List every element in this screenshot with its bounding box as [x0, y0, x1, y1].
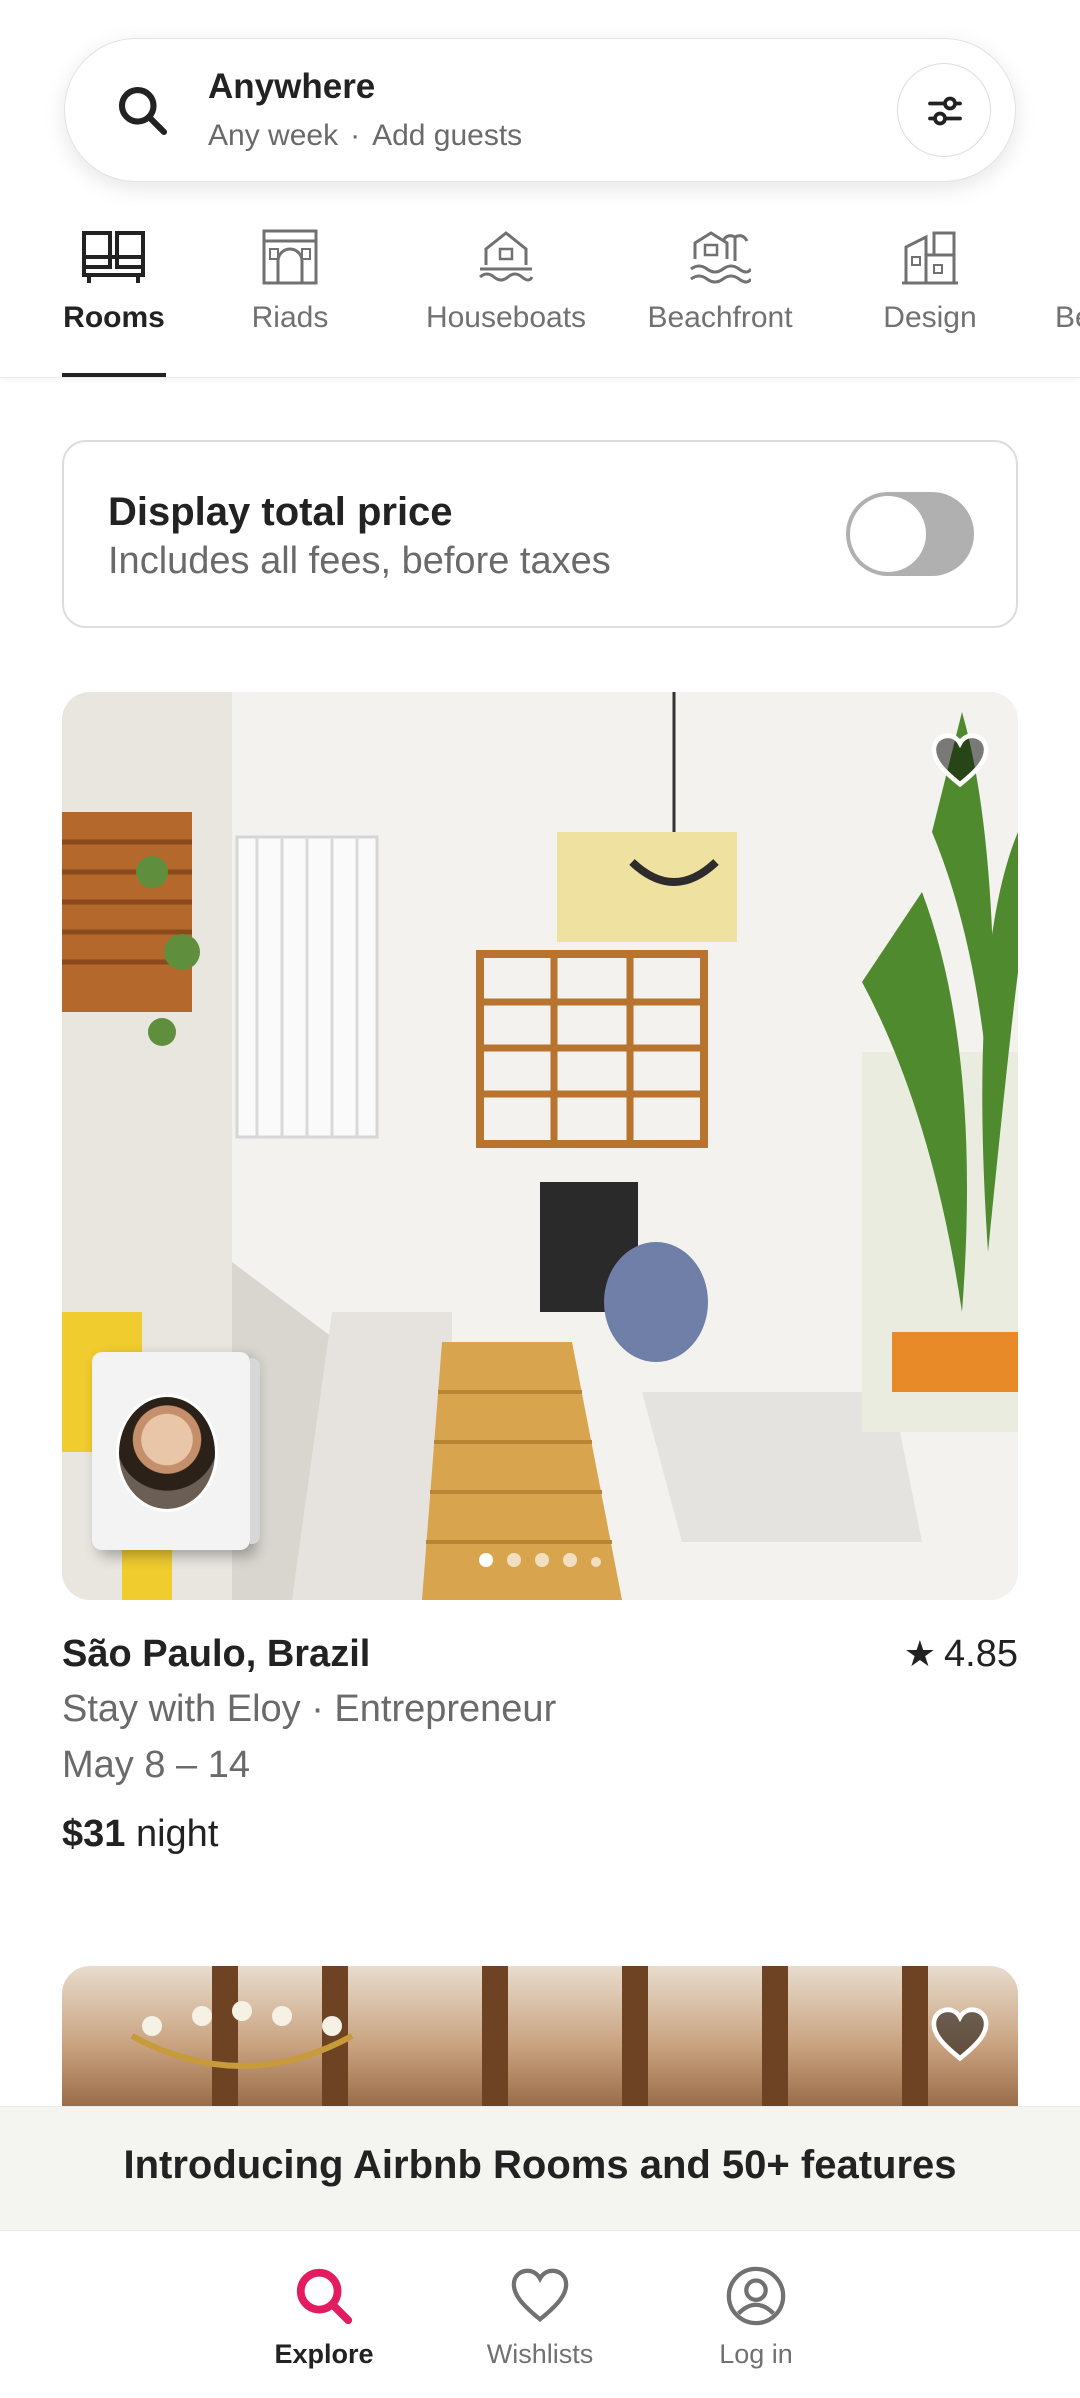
listing-dates: May 8 – 14 — [62, 1744, 250, 1786]
listing-photo[interactable] — [62, 1966, 1018, 2126]
photo-dot — [507, 1553, 521, 1567]
category-riads[interactable]: Riads — [240, 215, 340, 377]
listing-location[interactable]: São Paulo, Brazil — [62, 1633, 370, 1676]
chandelier-graphic — [130, 2001, 354, 2069]
search-separator: · — [350, 119, 361, 152]
listing-photo[interactable] — [62, 692, 1018, 1600]
search-destination: Anywhere — [208, 67, 376, 106]
search-icon — [118, 86, 168, 136]
category-partial[interactable]: Be — [1055, 215, 1080, 377]
filters-button[interactable] — [897, 63, 991, 157]
category-design[interactable]: Design — [876, 215, 984, 377]
bottom-nav: Explore Wishlists Log in — [0, 2230, 1080, 2398]
price-unit: night — [135, 1813, 219, 1855]
star-icon: ★ — [903, 1633, 937, 1674]
save-heart-icon[interactable] — [930, 732, 990, 788]
search-details: Any week · Add guests — [208, 119, 522, 153]
total-price-title: Display total price — [108, 490, 453, 534]
category-label: Rooms — [63, 301, 165, 334]
search-icon — [296, 2268, 353, 2325]
banner-text: Introducing Airbnb Rooms and 50+ feature… — [123, 2143, 957, 2187]
rating-value: 4.85 — [944, 1633, 1018, 1675]
beachfront-icon — [690, 231, 751, 284]
photo-dot — [591, 1557, 601, 1567]
nav-label: Wishlists — [486, 2339, 594, 2369]
rooms-announcement-banner[interactable]: Introducing Airbnb Rooms and 50+ feature… — [0, 2106, 1080, 2230]
category-label: Beachfront — [647, 301, 793, 334]
total-price-subtitle: Includes all fees, before taxes — [108, 540, 611, 582]
listing-price: $31 night — [62, 1813, 218, 1856]
category-houseboats[interactable]: Houseboats — [412, 215, 600, 377]
profile-icon — [726, 2266, 786, 2326]
category-label: Houseboats — [425, 301, 587, 334]
search-bar[interactable]: Anywhere Any week · Add guests — [64, 38, 1016, 182]
category-icon — [1055, 227, 1080, 287]
riad-icon — [262, 229, 318, 285]
photo-dot — [479, 1553, 493, 1567]
search-week: Any week — [208, 119, 339, 152]
category-label: Design — [883, 301, 977, 334]
rooms-icon — [82, 231, 145, 283]
filters-icon — [928, 96, 962, 126]
nav-label: Log in — [719, 2339, 793, 2369]
price-amount: $31 — [62, 1813, 126, 1855]
nav-label: Explore — [274, 2339, 374, 2369]
toggle-knob — [850, 496, 926, 572]
category-label: Be — [1055, 301, 1080, 334]
total-price-toggle[interactable] — [846, 492, 974, 576]
houseboat-icon — [479, 231, 534, 282]
category-bar: Rooms Riads Houseboats Beachfront Design… — [0, 215, 1080, 378]
nav-wishlists[interactable]: Wishlists — [450, 2231, 630, 2398]
nav-explore[interactable]: Explore — [234, 2231, 414, 2398]
listing-host: Stay with Eloy · Entrepreneur — [62, 1688, 557, 1730]
photo-dot — [563, 1553, 577, 1567]
photo-pagination — [62, 1553, 1018, 1572]
category-rooms[interactable]: Rooms — [62, 215, 166, 377]
search-guests: Add guests — [372, 119, 523, 152]
save-heart-icon[interactable] — [930, 2006, 990, 2062]
heart-icon — [511, 2268, 569, 2322]
photo-dot — [535, 1553, 549, 1567]
total-price-card: Display total price Includes all fees, b… — [62, 440, 1018, 628]
category-label: Riads — [251, 301, 329, 334]
design-icon — [902, 231, 958, 285]
category-beachfront[interactable]: Beachfront — [636, 215, 804, 377]
listing-rating: ★ 4.85 — [904, 1633, 1018, 1676]
nav-login[interactable]: Log in — [666, 2231, 846, 2398]
host-card — [92, 1352, 260, 1550]
host-avatar — [116, 1394, 218, 1512]
